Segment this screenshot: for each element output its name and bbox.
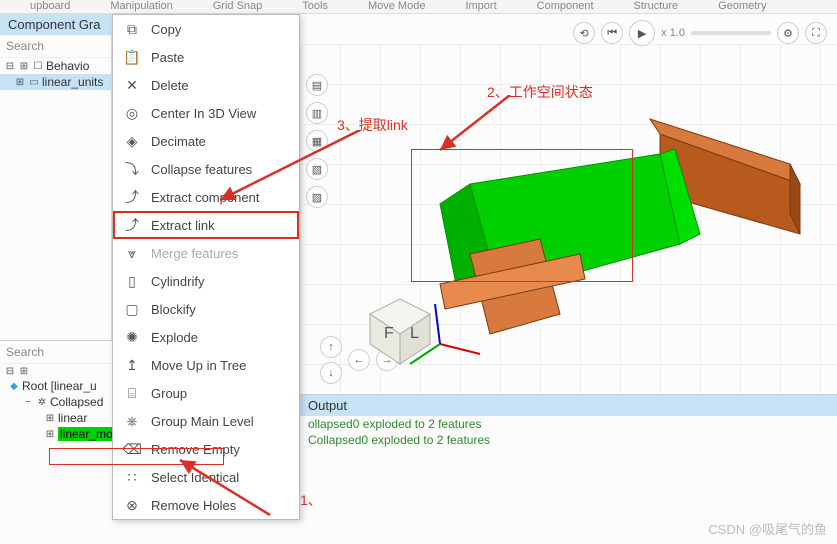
search-input[interactable]: Search xyxy=(0,35,111,58)
model-render: F L xyxy=(360,94,820,374)
panel-title: Component Gra xyxy=(0,14,111,35)
menu-extract-link[interactable]: ⤴Extract link xyxy=(113,211,299,239)
tree-row-behaviors[interactable]: ⊟ ⊞ ☐ Behavio xyxy=(0,58,111,74)
tab[interactable]: Geometry xyxy=(718,0,766,12)
tree-label: Collapsed xyxy=(50,395,103,409)
minus-icon[interactable]: ⊟ xyxy=(4,60,16,72)
tool-button[interactable]: ▦ xyxy=(306,130,328,152)
context-menu: ⧉Copy 📋Paste ✕Delete ◎Center In 3D View … xyxy=(112,14,300,520)
menu-remove-empty[interactable]: ⌫Remove Empty xyxy=(113,435,299,463)
tool-button[interactable]: ▨ xyxy=(306,186,328,208)
explode-icon: ✺ xyxy=(123,328,141,346)
menu-copy[interactable]: ⧉Copy xyxy=(113,15,299,43)
tab[interactable]: Manipulation xyxy=(110,0,172,12)
select-identical-icon: ∷ xyxy=(123,468,141,486)
tab[interactable]: Import xyxy=(465,0,496,12)
plus-icon[interactable]: ⊞ xyxy=(14,76,26,88)
viewport-3d[interactable]: ⟲ ⏮ ▶ x 1.0 ⚙ ⛶ ▤ ▥ ▦ ▧ ▨ ↑ ↓ ← → xyxy=(300,14,837,394)
menu-explode[interactable]: ✺Explode xyxy=(113,323,299,351)
output-line: Collapsed0 exploded to 2 features xyxy=(300,432,837,448)
playback-controls: ⟲ ⏮ ▶ x 1.0 ⚙ ⛶ xyxy=(573,20,827,46)
cylinder-icon: ▯ xyxy=(123,272,141,290)
diamond-icon: ◆ xyxy=(8,380,20,392)
svg-text:F: F xyxy=(384,325,394,342)
tree-label: Root [linear_u xyxy=(22,379,97,393)
menu-extract-component[interactable]: ⤴Extract component xyxy=(113,183,299,211)
delete-icon: ✕ xyxy=(123,76,141,94)
nav-down-button[interactable]: ↓ xyxy=(320,362,342,384)
menu-center-3d[interactable]: ◎Center In 3D View xyxy=(113,99,299,127)
play-button[interactable]: ▶ xyxy=(629,20,655,46)
tree-label: linear xyxy=(58,411,87,425)
menu-move-up[interactable]: ↥Move Up in Tree xyxy=(113,351,299,379)
gear-icon: ✲ xyxy=(36,396,48,408)
speed-slider[interactable] xyxy=(691,31,771,35)
menu-merge-features: ⩔Merge features xyxy=(113,239,299,267)
menu-remove-holes[interactable]: ⊗Remove Holes xyxy=(113,491,299,519)
decimate-icon: ◈ xyxy=(123,132,141,150)
tree-row-linear-units[interactable]: ⊞ ▭ linear_units xyxy=(0,74,111,90)
menu-blockify[interactable]: ▢Blockify xyxy=(113,295,299,323)
extract-icon: ⤴ xyxy=(123,188,141,206)
nav-up-button[interactable]: ↑ xyxy=(320,336,342,358)
block-icon: ▢ xyxy=(123,300,141,318)
plus-icon[interactable]: ⊞ xyxy=(18,60,30,72)
up-icon: ↥ xyxy=(123,356,141,374)
remove-empty-icon: ⌫ xyxy=(123,440,141,458)
menu-cylindrify[interactable]: ▯Cylindrify xyxy=(113,267,299,295)
tab[interactable]: upboard xyxy=(30,0,70,12)
skip-back-button[interactable]: ⏮ xyxy=(601,22,623,44)
menu-delete[interactable]: ✕Delete xyxy=(113,71,299,99)
app-tab-strip: upboard Manipulation Grid Snap Tools Mov… xyxy=(0,0,837,14)
watermark: CSDN @吸尾气的鱼 xyxy=(708,519,827,538)
reset-button[interactable]: ⟲ xyxy=(573,22,595,44)
fullscreen-icon[interactable]: ⛶ xyxy=(805,22,827,44)
menu-group-main[interactable]: ⎈Group Main Level xyxy=(113,407,299,435)
group-icon: ⌸ xyxy=(123,384,141,402)
tree-label: linear_units xyxy=(42,75,103,89)
copy-icon: ⧉ xyxy=(123,20,141,38)
tab[interactable]: Grid Snap xyxy=(213,0,263,12)
target-icon: ◎ xyxy=(123,104,141,122)
menu-decimate[interactable]: ◈Decimate xyxy=(113,127,299,155)
output-line: ollapsed0 exploded to 2 features xyxy=(300,416,837,432)
settings-icon[interactable]: ⚙ xyxy=(777,22,799,44)
svg-text:L: L xyxy=(410,325,419,342)
panel-title: Output xyxy=(300,395,837,416)
paste-icon: 📋 xyxy=(123,48,141,66)
tab[interactable]: Move Mode xyxy=(368,0,425,12)
menu-collapse-features[interactable]: ⤵Collapse features xyxy=(113,155,299,183)
viewport-left-tools: ▤ ▥ ▦ ▧ ▨ xyxy=(306,74,328,208)
checkbox-icon[interactable]: ☐ xyxy=(32,60,44,72)
geom-icon: ⊞ xyxy=(44,428,56,440)
remove-holes-icon: ⊗ xyxy=(123,496,141,514)
speed-label: x 1.0 xyxy=(661,27,685,39)
tab[interactable]: Tools xyxy=(302,0,328,12)
tool-button[interactable]: ▥ xyxy=(306,102,328,124)
geom-icon: ⊞ xyxy=(44,412,56,424)
plus-icon[interactable]: ⊞ xyxy=(18,365,30,377)
group-main-icon: ⎈ xyxy=(123,412,141,430)
minus-icon[interactable]: ⊟ xyxy=(4,365,16,377)
minus-icon[interactable]: − xyxy=(22,396,34,408)
merge-icon: ⩔ xyxy=(123,244,141,262)
component-icon: ▭ xyxy=(28,76,40,88)
tool-button[interactable]: ▧ xyxy=(306,158,328,180)
tab[interactable]: Structure xyxy=(634,0,679,12)
menu-group[interactable]: ⌸Group xyxy=(113,379,299,407)
menu-paste[interactable]: 📋Paste xyxy=(113,43,299,71)
tree-label: Behavio xyxy=(46,59,89,73)
collapse-icon: ⤵ xyxy=(123,160,141,178)
menu-select-identical[interactable]: ∷Select Identical xyxy=(113,463,299,491)
tab[interactable]: Component xyxy=(537,0,594,12)
extract-link-icon: ⤴ xyxy=(123,216,141,234)
tool-button[interactable]: ▤ xyxy=(306,74,328,96)
